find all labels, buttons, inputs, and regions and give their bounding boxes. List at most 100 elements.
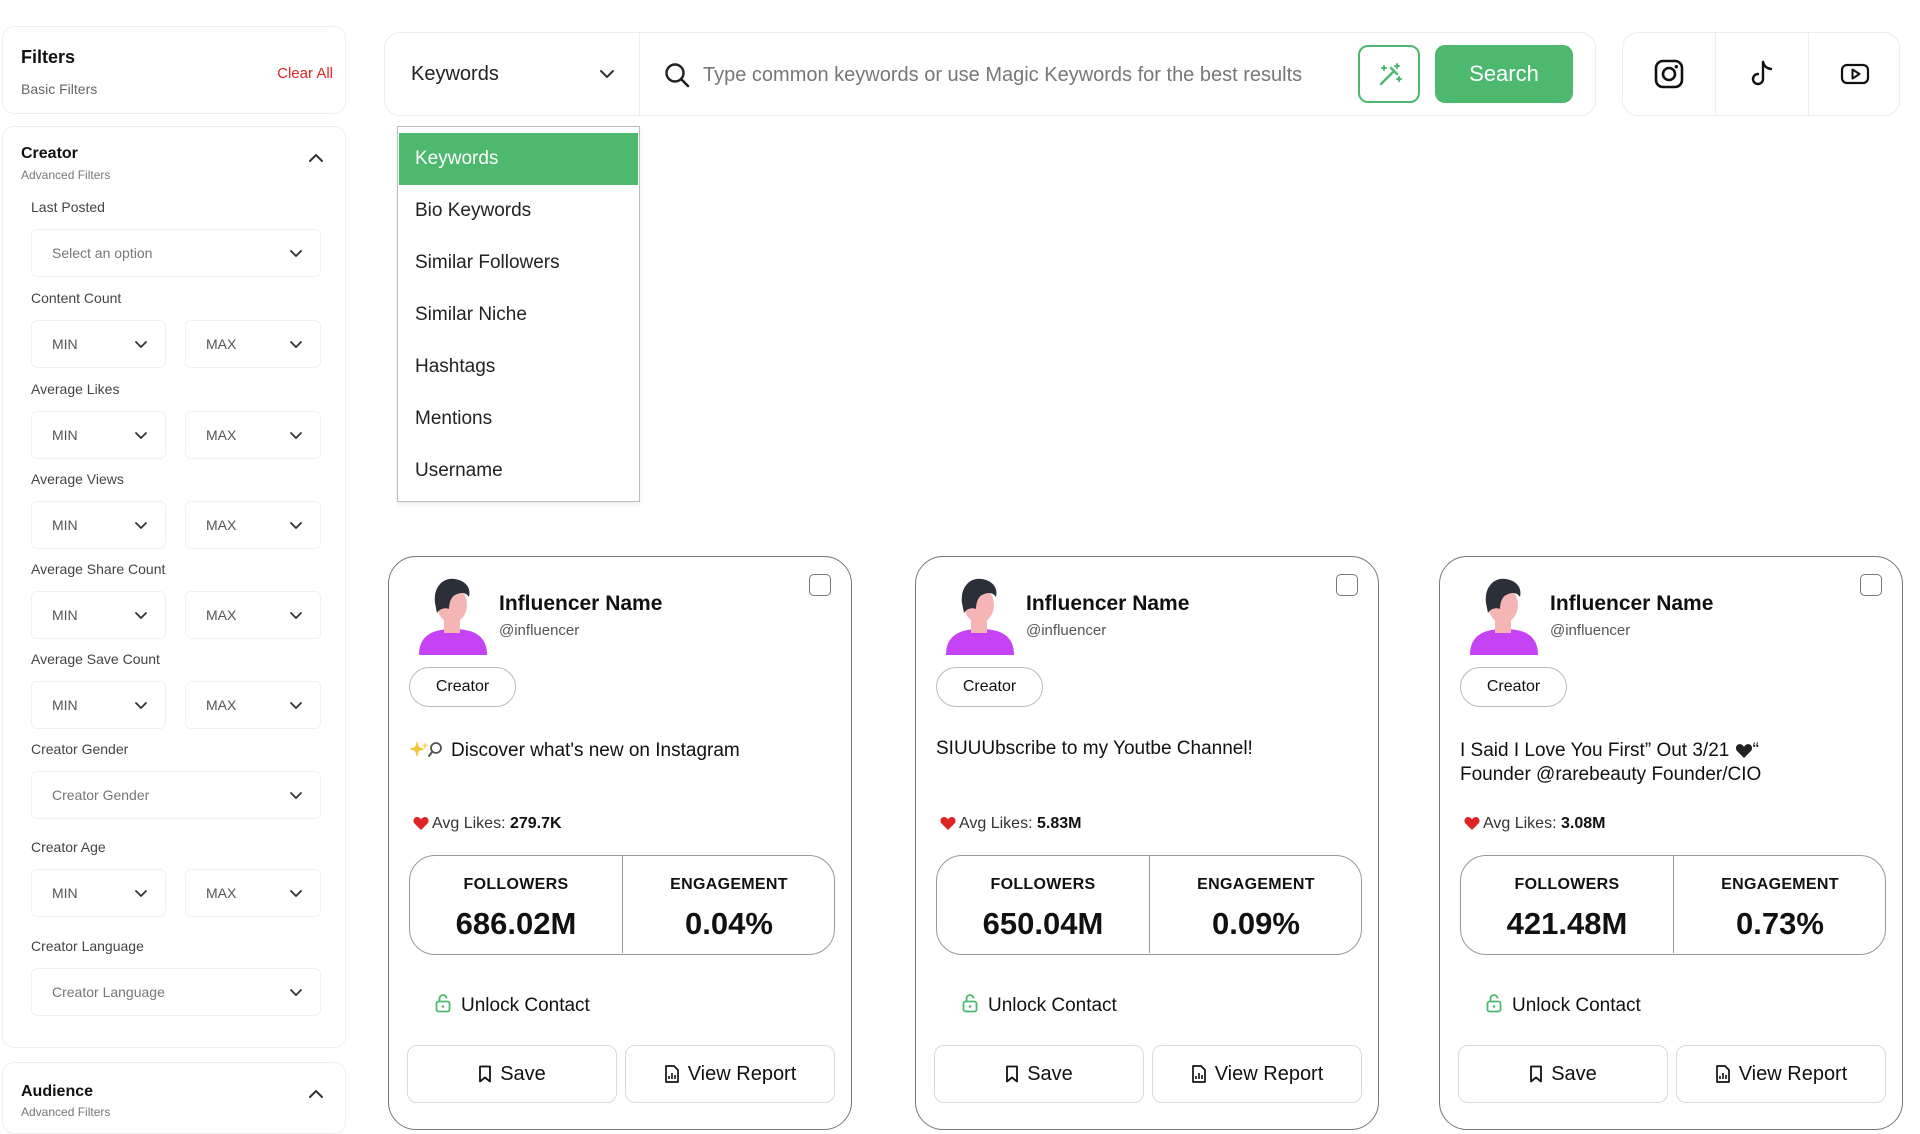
view-report-label: View Report [687,1063,797,1085]
clear-all-button[interactable]: Clear All [277,65,333,82]
view-report-button[interactable]: View Report [1152,1045,1362,1103]
creator-age-min-select[interactable]: MIN [31,869,166,917]
magic-keywords-button[interactable] [1358,45,1420,103]
max-value: MAX [206,336,237,352]
black-heart-icon [1735,744,1752,758]
influencer-bio: I Said I Love You First” Out 3/21 “ Foun… [1460,739,1880,787]
platform-tiktok-button[interactable] [1716,33,1809,115]
avg-likes-label: Avg Likes: [432,815,506,832]
search-bar: Keywords Search [384,32,1596,116]
chevron-down-icon [290,341,302,348]
avg-likes-label: Avg Likes: [1483,815,1557,832]
creator-age-max-select[interactable]: MAX [185,869,321,917]
filters-header-panel: Filters Basic Filters Clear All [2,26,346,114]
engagement-label: ENGAGEMENT [670,876,788,893]
avatar [1470,578,1538,655]
heart-icon [1464,817,1480,830]
chevron-up-icon[interactable] [307,149,325,167]
dropdown-option-similar-niche[interactable]: Similar Niche [399,289,638,341]
creator-tag: Creator [936,667,1043,707]
instagram-icon [1654,59,1684,89]
unlock-contact-button[interactable]: Unlock Contact [962,993,1117,1017]
average-share-count-min-select[interactable]: MIN [31,591,166,639]
min-value: MIN [52,517,78,533]
chevron-up-icon[interactable] [307,1085,325,1103]
unlock-contact-button[interactable]: Unlock Contact [435,993,590,1017]
report-icon [1715,1065,1730,1083]
bio-line-1: I Said I Love You First” Out 3/21 “ [1460,739,1880,763]
platform-switcher [1622,32,1900,116]
dropdown-option-similar-followers[interactable]: Similar Followers [399,237,638,289]
save-label: Save [500,1063,546,1085]
heart-icon [413,817,429,830]
search-type-select[interactable]: Keywords [385,33,640,115]
content-count-label: Content Count [31,290,122,306]
min-value: MIN [52,607,78,623]
audience-filter-section: Audience Advanced Filters [2,1062,346,1134]
unlock-contact-label: Unlock Contact [988,995,1117,1016]
dropdown-option-bio-keywords[interactable]: Bio Keywords [399,185,638,237]
last-posted-label: Last Posted [31,199,105,215]
bio-text-suffix: “ [1752,740,1759,761]
tiktok-icon [1751,60,1773,86]
creator-gender-label: Creator Gender [31,741,129,757]
avg-likes: Avg Likes: 279.7K [413,815,562,833]
save-button[interactable]: Save [1458,1045,1668,1103]
save-label: Save [1027,1063,1073,1085]
average-views-min-select[interactable]: MIN [31,501,166,549]
save-button[interactable]: Save [934,1045,1144,1103]
influencer-name: Influencer Name [1550,592,1714,615]
bio-text: Discover what's new on Instagram [451,740,740,761]
platform-instagram-button[interactable] [1623,33,1716,115]
min-value: MIN [52,697,78,713]
average-likes-max-select[interactable]: MAX [185,411,321,459]
search-type-value: Keywords [411,63,499,85]
search-button[interactable]: Search [1435,45,1573,103]
chevron-down-icon [290,522,302,529]
average-save-count-max-select[interactable]: MAX [185,681,321,729]
save-button[interactable]: Save [407,1045,617,1103]
average-views-max-select[interactable]: MAX [185,501,321,549]
search-input[interactable] [701,53,1345,97]
save-label: Save [1551,1063,1597,1085]
platform-youtube-button[interactable] [1809,33,1901,115]
followers-label: FOLLOWERS [1514,876,1620,893]
dropdown-option-keywords[interactable]: Keywords [399,133,638,185]
creator-language-select[interactable]: Creator Language [31,968,321,1016]
creator-tag: Creator [409,667,516,707]
content-count-max-select[interactable]: MAX [185,320,321,368]
chevron-down-icon [290,792,302,799]
average-save-count-min-select[interactable]: MIN [31,681,166,729]
search-icon [665,63,690,88]
view-report-label: View Report [1738,1063,1848,1085]
chevron-down-icon [135,702,147,709]
dropdown-option-username[interactable]: Username [399,445,638,497]
content-count-min-select[interactable]: MIN [31,320,166,368]
chevron-down-icon [135,341,147,348]
average-likes-min-select[interactable]: MIN [31,411,166,459]
view-report-button[interactable]: View Report [625,1045,835,1103]
max-value: MAX [206,607,237,623]
select-card-checkbox[interactable] [1860,574,1882,596]
creator-section-subtitle: Advanced Filters [21,168,111,182]
select-card-checkbox[interactable] [809,574,831,596]
creator-gender-select[interactable]: Creator Gender [31,771,321,819]
followers-label: FOLLOWERS [990,876,1096,893]
audience-section-title: Audience [21,1083,94,1100]
influencer-handle: @influencer [1026,622,1107,639]
engagement-value: 0.04% [685,906,773,941]
last-posted-select[interactable]: Select an option [31,229,321,277]
bio-text: I Said I Love You First” Out 3/21 [1460,740,1730,761]
unlock-contact-button[interactable]: Unlock Contact [1486,993,1641,1017]
filters-subtitle: Basic Filters [21,81,98,97]
average-share-count-max-select[interactable]: MAX [185,591,321,639]
select-card-checkbox[interactable] [1336,574,1358,596]
stats-box: FOLLOWERS 421.48M ENGAGEMENT 0.73% [1460,855,1886,955]
min-value: MIN [52,336,78,352]
engagement-label: ENGAGEMENT [1197,876,1315,893]
average-likes-label: Average Likes [31,381,120,397]
view-report-button[interactable]: View Report [1676,1045,1886,1103]
dropdown-option-mentions[interactable]: Mentions [399,393,638,445]
average-views-label: Average Views [31,471,124,487]
dropdown-option-hashtags[interactable]: Hashtags [399,341,638,393]
